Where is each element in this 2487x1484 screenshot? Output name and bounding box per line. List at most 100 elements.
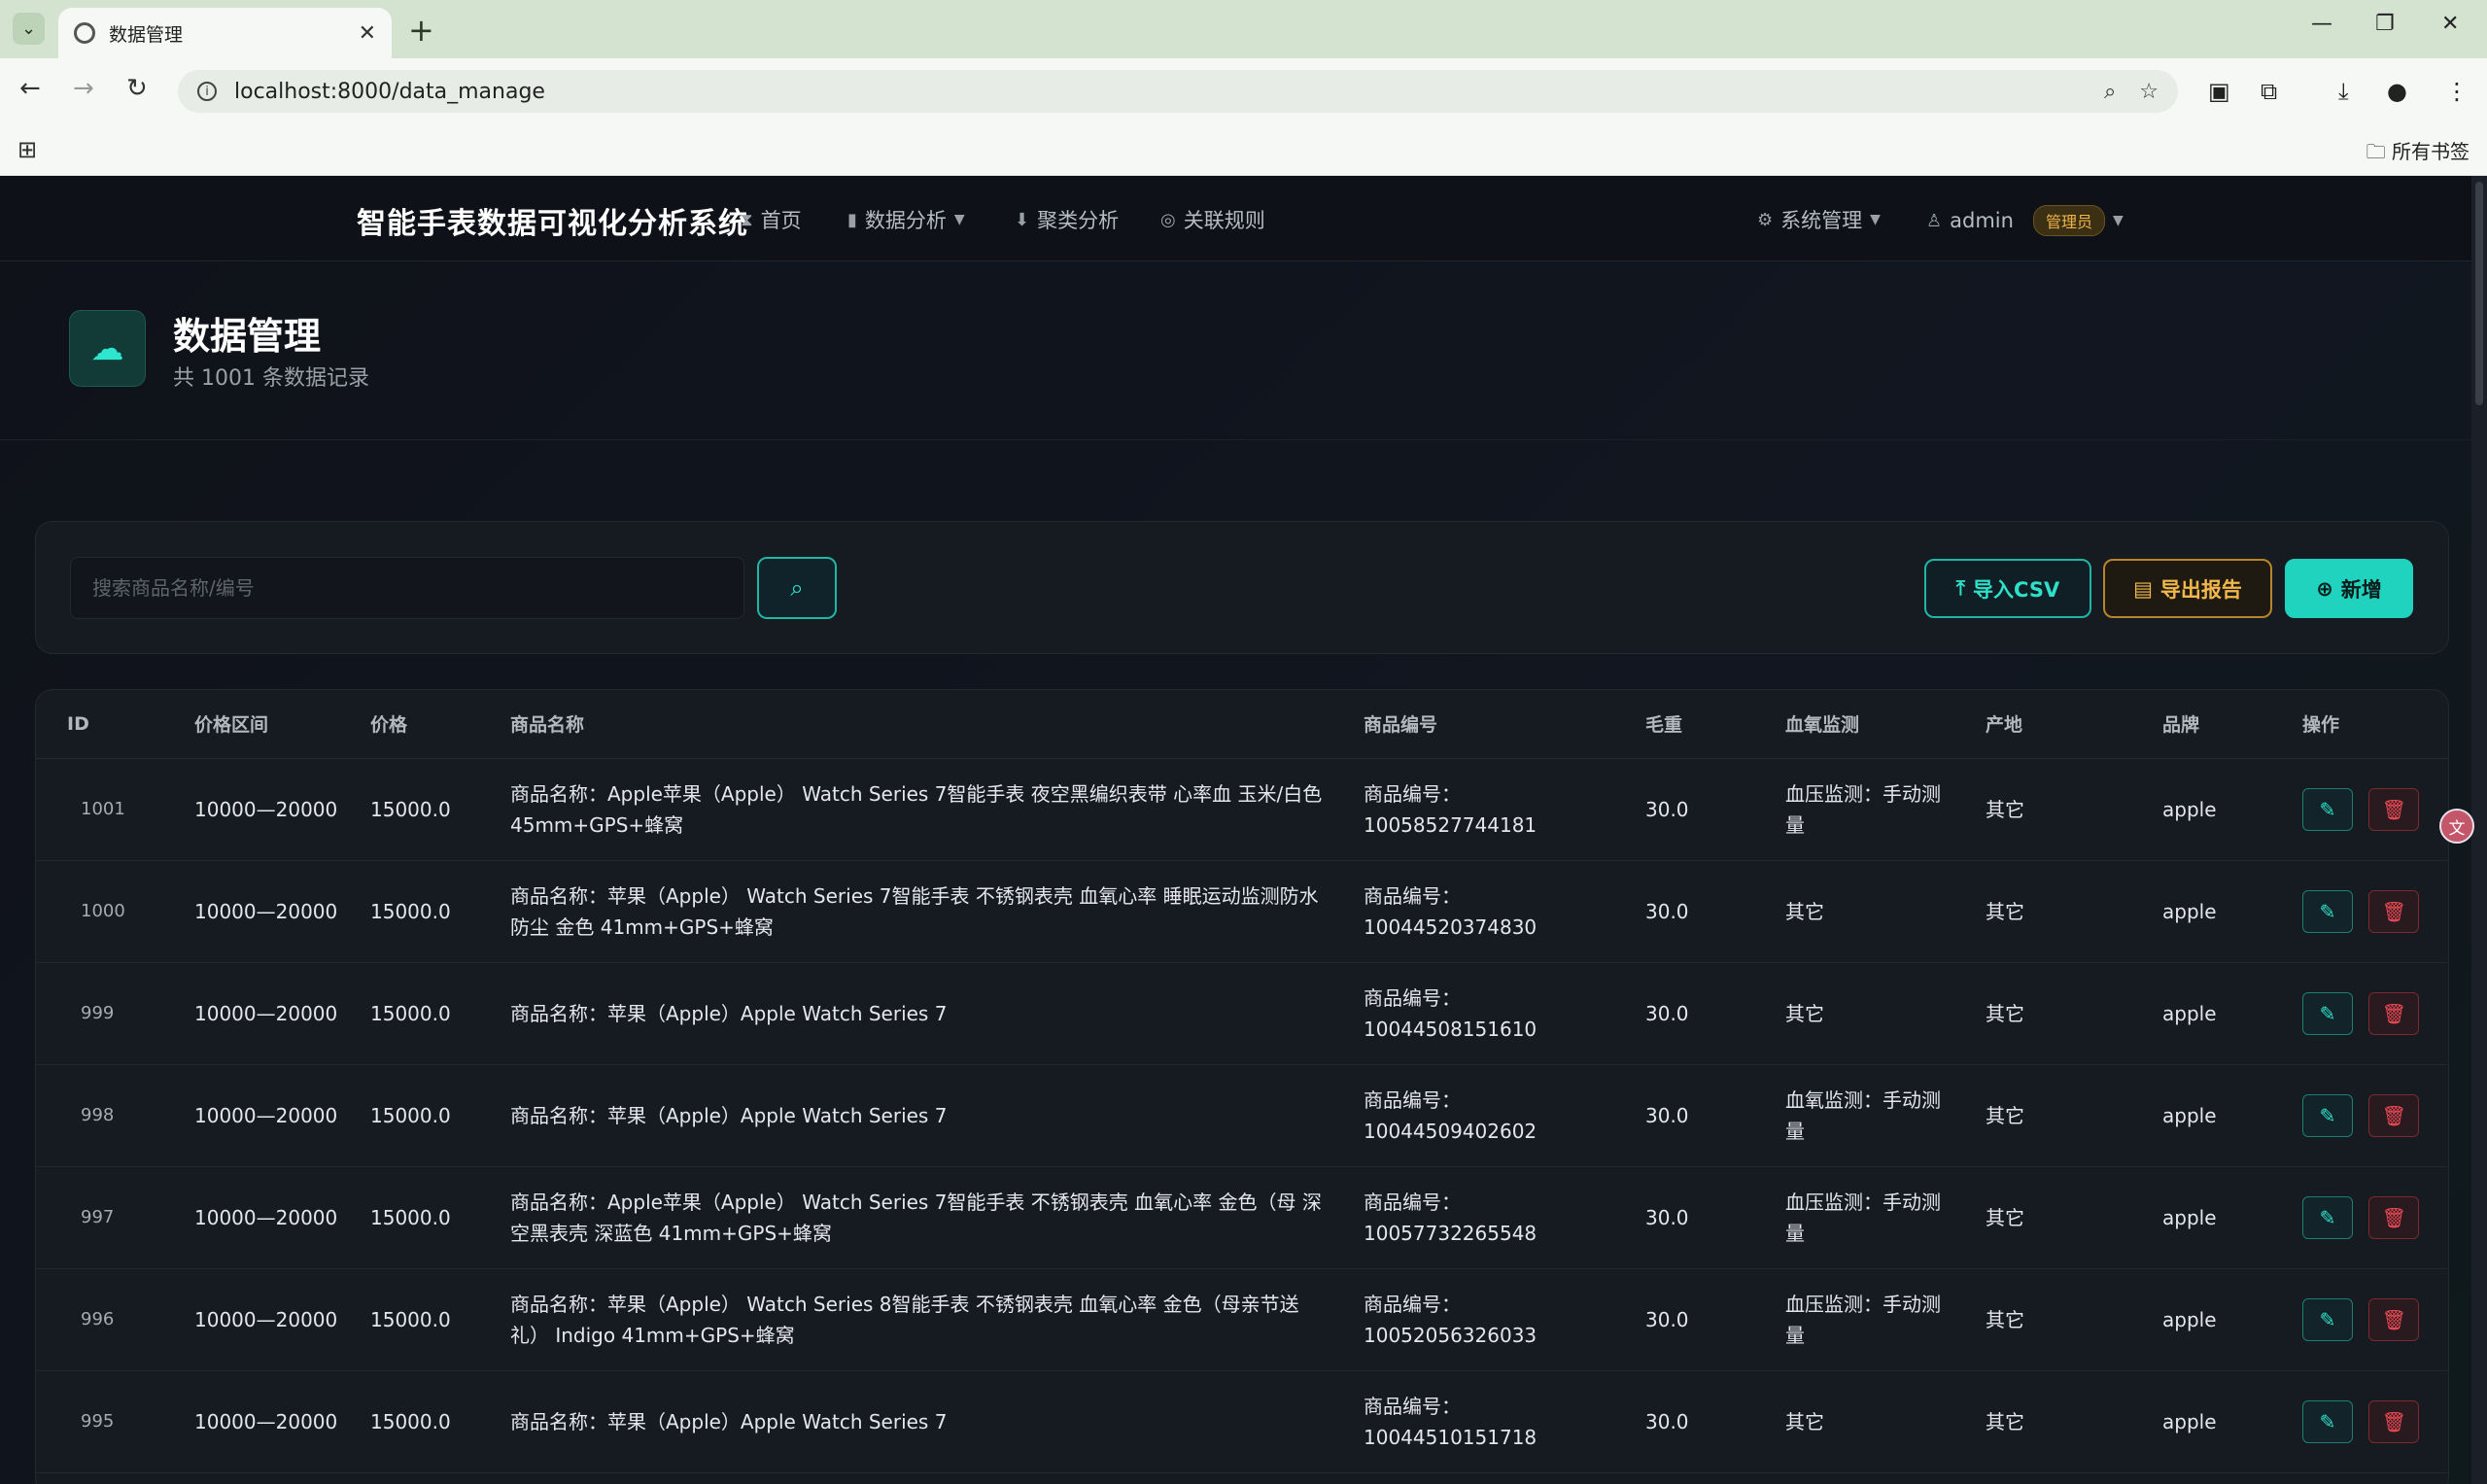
col-header: 商品编号 <box>1332 690 1614 759</box>
tab-title: 数据管理 <box>109 23 184 46</box>
cell-oxygen: 其它 <box>1754 1370 1954 1473</box>
cell-price-range: 10000—20000 <box>163 1166 339 1269</box>
cell-weight: 30.0 <box>1614 962 1754 1065</box>
nav-cluster-analysis[interactable]: ⬇ 聚类分析 <box>1015 205 1119 234</box>
nav-user-menu[interactable]: ♙ admin 管理员 ▼ <box>1926 205 2124 236</box>
browser-menu-icon[interactable]: ⋮ <box>2445 78 2469 105</box>
all-bookmarks-folder[interactable]: 🗀 所有书签 <box>2366 136 2470 171</box>
cell-product-code: 商品编号：10044509402602 <box>1332 1064 1614 1167</box>
delete-button[interactable]: 🗑 <box>2368 889 2420 933</box>
extensions-puzzle-icon[interactable]: ⧉ <box>2261 78 2277 105</box>
hourglass-icon: ⧗ <box>741 209 753 230</box>
cell-origin: 其它 <box>1954 1268 2131 1371</box>
tab-close-icon[interactable]: ✕ <box>359 21 376 46</box>
reload-button[interactable]: ↻ <box>126 74 148 103</box>
cell-price-range: 10000—20000 <box>163 962 339 1065</box>
page-title: 数据管理 <box>173 315 322 358</box>
pencil-icon: ✎ <box>2319 1307 2336 1331</box>
nav-home[interactable]: ⧗ 首页 <box>741 205 802 234</box>
trash-icon: 🗑 <box>2381 1103 2407 1127</box>
cell-product-code: 商品编号：10044520374830 <box>1332 860 1614 963</box>
translate-extension-icon[interactable]: 文 <box>2439 809 2474 844</box>
nav-system-management[interactable]: ⚙ 系统管理 ▼ <box>1757 205 1881 234</box>
cell-actions: ✎ 🗑 <box>2271 962 2448 1065</box>
zoom-icon[interactable]: ⌕ <box>2104 80 2116 104</box>
cell-origin: 其它 <box>1954 1064 2131 1167</box>
delete-button[interactable]: 🗑 <box>2368 1195 2420 1239</box>
page-header: ☁ 数据管理 共 1001 条数据记录 <box>0 261 2471 440</box>
minimize-button[interactable]: — <box>2311 12 2332 36</box>
search-toolbar: ⌕ ⤒ 导入CSV ▤ 导出报告 ⊕ 新增 <box>35 521 2449 654</box>
data-table-card: ID 价格区间 价格 商品名称 商品编号 毛重 血氧监测 产地 品牌 操作 10… <box>35 689 2449 1484</box>
nav-system-management-label: 系统管理 <box>1780 209 1863 232</box>
upload-icon: ⤒ <box>1955 576 1966 600</box>
new-tab-button[interactable]: + <box>408 12 434 49</box>
table-row: 998 10000—20000 15000.0 商品名称：苹果（Apple）Ap… <box>36 1064 2448 1167</box>
import-csv-button[interactable]: ⤒ 导入CSV <box>1924 559 2091 618</box>
edit-button[interactable]: ✎ <box>2302 1399 2353 1443</box>
forward-button[interactable]: → <box>73 74 94 103</box>
cell-brand: apple <box>2131 1268 2271 1371</box>
col-header: 商品名称 <box>479 690 1332 759</box>
export-report-label: 导出报告 <box>2159 577 2242 602</box>
delete-button[interactable]: 🗑 <box>2368 787 2420 831</box>
bookmarks-bar: ⊞ 🗀 所有书签 <box>0 124 2487 176</box>
cell-oxygen: 血压监测：手动测量 <box>1754 1268 1954 1371</box>
apps-grid-icon[interactable]: ⊞ <box>17 136 37 163</box>
edit-button[interactable]: ✎ <box>2302 1195 2353 1239</box>
back-button[interactable]: ← <box>19 74 41 103</box>
search-input[interactable] <box>70 557 744 619</box>
download-icon[interactable]: ⤓ <box>2338 78 2349 105</box>
top-navbar: 智能手表数据可视化分析系统 ⧗ 首页 ▮ 数据分析 ▼ ⬇ 聚类分析 ◎ 关联规… <box>0 176 2471 261</box>
window-close-button[interactable]: ✕ <box>2441 12 2459 36</box>
site-info-icon[interactable]: i <box>197 82 217 101</box>
edit-button[interactable]: ✎ <box>2302 991 2353 1035</box>
cell-brand: apple <box>2131 1064 2271 1167</box>
address-bar[interactable]: i localhost:8000/data_manage ⌕ ☆ <box>178 70 2178 113</box>
tab-search-button[interactable]: ⌄ <box>13 13 45 45</box>
cell-product-code: 商品编号：10058527744181 <box>1332 758 1614 861</box>
nav-association-rules[interactable]: ◎ 关联规则 <box>1160 205 1265 234</box>
cell-product-name: 商品名称：苹果（Apple）Apple Watch Series 7 <box>479 962 1332 1065</box>
col-header: 血氧监测 <box>1754 690 1954 759</box>
cell-origin: 其它 <box>1954 860 2131 963</box>
delete-button[interactable]: 🗑 <box>2368 1093 2420 1137</box>
edit-button[interactable]: ✎ <box>2302 787 2353 831</box>
nav-data-analysis[interactable]: ▮ 数据分析 ▼ <box>847 205 965 234</box>
delete-button[interactable]: 🗑 <box>2368 1399 2420 1443</box>
search-icon: ⌕ <box>790 574 804 602</box>
cell-weight: 30.0 <box>1614 1166 1754 1269</box>
cell-price-range: 10000—20000 <box>163 1370 339 1473</box>
trash-icon: 🗑 <box>2381 1307 2407 1331</box>
globe-icon <box>74 22 95 44</box>
cell-product-name: 商品名称：苹果（Apple）Apple Watch Series 7 <box>479 1370 1332 1473</box>
add-button[interactable]: ⊕ 新增 <box>2285 559 2413 618</box>
nav-username: admin <box>1950 209 2014 232</box>
browser-tab[interactable]: 数据管理 ✕ <box>58 8 392 58</box>
edit-button[interactable]: ✎ <box>2302 1297 2353 1341</box>
gamepad-icon: ◎ <box>1160 209 1176 230</box>
bookmark-star-icon[interactable]: ☆ <box>2139 80 2159 104</box>
brand-title[interactable]: 智能手表数据可视化分析系统 <box>357 199 748 242</box>
cell-product-name: 商品名称：Apple苹果（Apple） Watch Series 7智能手表 夜… <box>479 758 1332 861</box>
delete-button[interactable]: 🗑 <box>2368 1297 2420 1341</box>
edit-button[interactable]: ✎ <box>2302 889 2353 933</box>
export-report-button[interactable]: ▤ 导出报告 <box>2103 559 2272 618</box>
cell-oxygen: 血压监测：手动测量 <box>1754 1166 1954 1269</box>
restore-button[interactable]: ❐ <box>2375 12 2395 36</box>
cell-origin: 其它 <box>1954 1370 2131 1473</box>
nav-home-label: 首页 <box>760 209 802 232</box>
cell-oxygen: 其它 <box>1754 962 1954 1065</box>
browser-tab-strip: ⌄ 数据管理 ✕ + — ❐ ✕ <box>0 0 2487 58</box>
delete-button[interactable]: 🗑 <box>2368 991 2420 1035</box>
nav-association-rules-label: 关联规则 <box>1183 209 1265 232</box>
cell-product-name: 商品名称：苹果（Apple） Watch Series 7智能手表 不锈钢表壳 … <box>479 860 1332 963</box>
search-button[interactable]: ⌕ <box>757 557 837 619</box>
cell-oxygen: 血压监测：手动测量 <box>1754 758 1954 861</box>
pencil-icon: ✎ <box>2319 1409 2336 1433</box>
scrollbar-thumb[interactable] <box>2475 182 2483 405</box>
edit-button[interactable]: ✎ <box>2302 1093 2353 1137</box>
terminal-extension-icon[interactable]: ▣ <box>2208 78 2230 105</box>
profile-avatar[interactable]: ● <box>2387 78 2407 105</box>
cell-price: 15000.0 <box>339 962 479 1065</box>
